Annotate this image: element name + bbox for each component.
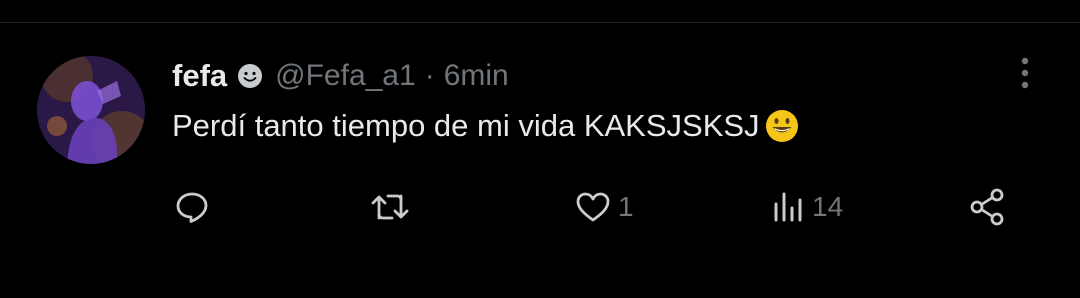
- views-icon: [772, 190, 806, 224]
- views-button[interactable]: 14: [772, 182, 843, 232]
- timestamp[interactable]: 6min: [444, 59, 509, 93]
- share-button[interactable]: [968, 182, 1008, 232]
- retweet-icon: [370, 190, 410, 224]
- display-name[interactable]: fefa: [172, 58, 227, 94]
- user-handle[interactable]: @Fefa_a1: [275, 59, 416, 93]
- tweet-body: Perdí tanto tiempo de mi vida KAKSJSKSJ: [172, 108, 760, 143]
- avatar[interactable]: [37, 56, 145, 164]
- heart-icon: [574, 190, 612, 224]
- views-count: 14: [812, 191, 844, 222]
- tweet-actions: 1 14: [0, 182, 1080, 232]
- reply-button[interactable]: [175, 182, 209, 232]
- smiley-badge-icon: [237, 63, 263, 89]
- reply-icon: [175, 190, 209, 224]
- retweet-button[interactable]: [370, 182, 410, 232]
- like-button[interactable]: 1: [574, 182, 634, 232]
- like-count: 1: [618, 191, 634, 222]
- share-icon: [968, 187, 1008, 227]
- tweet[interactable]: fefa @Fefa_a1 · 6min Perdí tanto tiempo …: [0, 0, 1080, 275]
- tweet-text: Perdí tanto tiempo de mi vida KAKSJSKSJ: [172, 108, 800, 144]
- tweet-header: fefa @Fefa_a1 · 6min: [172, 56, 509, 96]
- more-vertical-icon[interactable]: [1011, 55, 1039, 95]
- separator-dot: ·: [424, 59, 435, 92]
- grinning-face-emoji: [764, 108, 800, 144]
